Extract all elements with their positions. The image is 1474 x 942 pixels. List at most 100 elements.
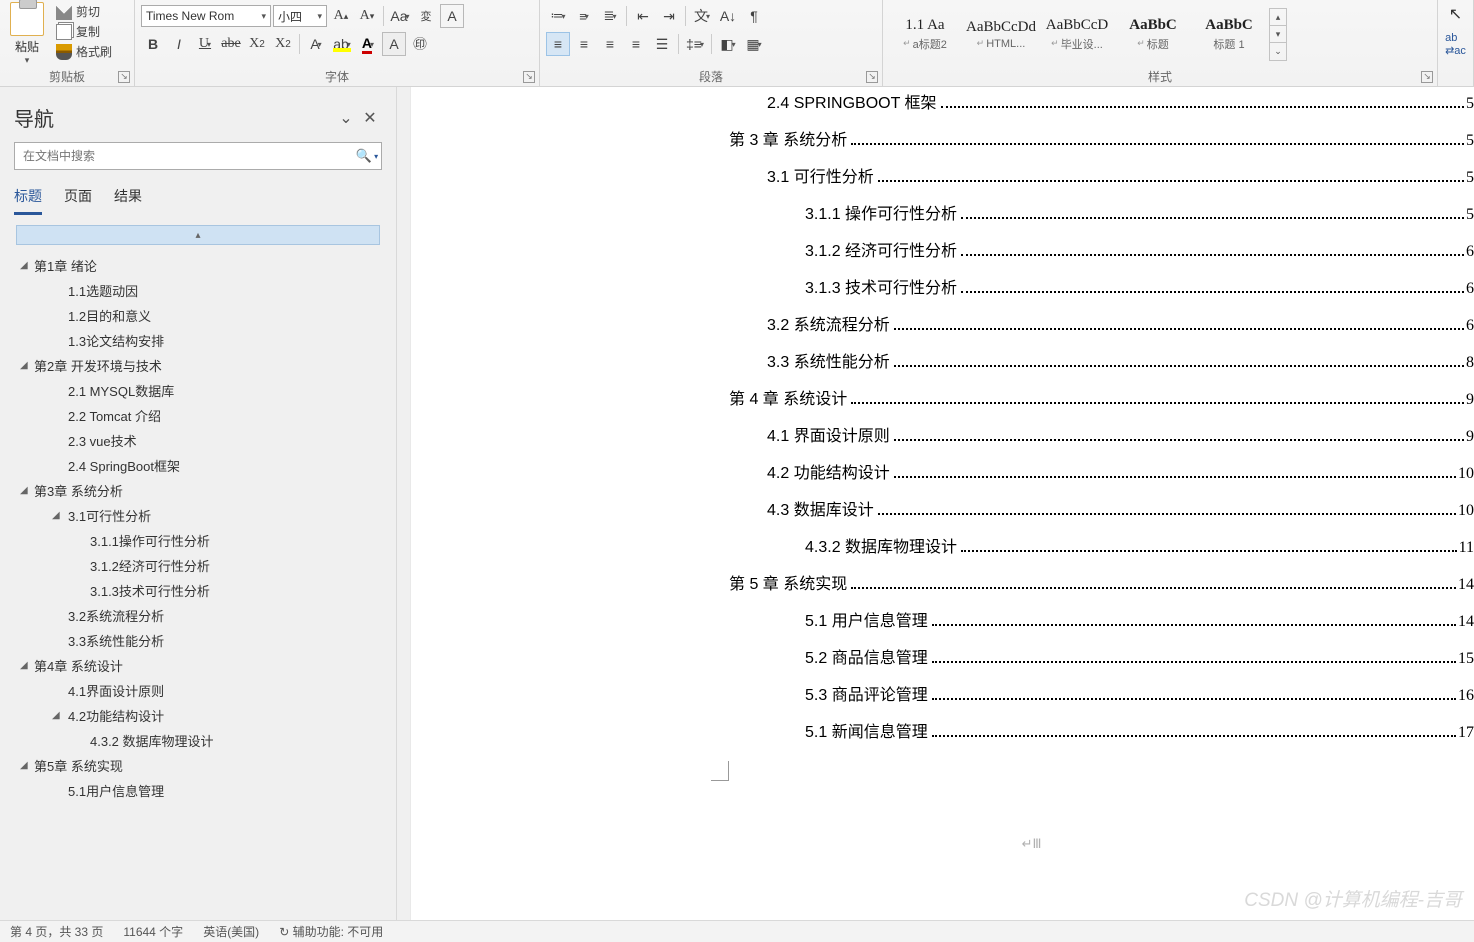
underline-button[interactable]: U▾ [193,32,217,56]
shading-button[interactable]: ◧▾ [716,32,740,56]
align-right-button[interactable]: ≡ [598,32,622,56]
tab-headings[interactable]: 标题 [14,186,42,215]
outline-item[interactable]: 4.1界面设计原则 [4,678,392,703]
toc-line[interactable]: 3.1.2 经济可行性分析6 [805,237,1474,274]
italic-button[interactable]: I [167,32,191,56]
toc-line[interactable]: 2.4 SPRINGBOOT 框架5 [767,89,1474,126]
outline-item[interactable]: 2.1 MYSQL数据库 [4,378,392,403]
enclose-char-button[interactable]: ㊞ [408,32,432,56]
bullets-button[interactable]: ≔▾ [546,4,570,28]
status-language[interactable]: 英语(美国) [203,923,259,940]
toc-line[interactable]: 第 5 章 系统实现14 [729,570,1474,607]
toc-line[interactable]: 5.2 商品信息管理15 [805,644,1474,681]
paste-button[interactable]: 粘贴 ▾ [4,0,50,66]
sort-button[interactable]: A↓ [716,4,740,28]
text-effects-button[interactable]: A▾ [304,32,328,56]
outline-item[interactable]: 2.3 vue技术 [4,428,392,453]
outline-item[interactable]: 1.1选题动因 [4,278,392,303]
outline-item[interactable]: 3.1.3技术可行性分析 [4,578,392,603]
scroll-button[interactable]: ▾ [1270,26,1286,43]
dialog-launcher-icon[interactable]: ↘ [118,71,130,83]
style-card[interactable]: 1.1 Aa↵a标题2 [887,6,963,62]
select-icon[interactable]: ↖ [1449,4,1462,24]
cut-button[interactable]: 剪切 [54,2,114,21]
line-spacing-button[interactable]: ‡≡▾ [683,32,707,56]
outline-item[interactable]: 2.2 Tomcat 介绍 [4,403,392,428]
scroll-button[interactable]: ⌄ [1270,43,1286,60]
search-icon[interactable]: 🔍▾ [353,148,381,164]
dialog-launcher-icon[interactable]: ↘ [866,71,878,83]
clear-formatting-button[interactable]: A [440,4,464,28]
numbering-button[interactable]: ≡▾ [572,4,596,28]
toc-line[interactable]: 5.1 用户信息管理14 [805,607,1474,644]
toc-line[interactable]: 第 3 章 系统分析5 [729,126,1474,163]
toc-line[interactable]: 3.3 系统性能分析8 [767,348,1474,385]
toc-line[interactable]: 3.2 系统流程分析6 [767,311,1474,348]
font-name-combo[interactable]: Times New Rom▾ [141,5,271,27]
superscript-button[interactable]: X2 [271,32,295,56]
replace-icon[interactable]: ab⇄ac [1445,32,1466,57]
align-center-button[interactable]: ≡ [572,32,596,56]
outline-item[interactable]: ◢第4章 系统设计 [4,653,392,678]
close-icon[interactable]: ✕ [358,108,382,128]
status-accessibility[interactable]: ↻ 辅助功能: 不可用 [279,923,383,940]
toc-line[interactable]: 3.1.1 操作可行性分析5 [805,200,1474,237]
outline-item[interactable]: 5.1用户信息管理 [4,778,392,803]
toc-line[interactable]: 3.1 可行性分析5 [767,163,1474,200]
show-marks-button[interactable]: ¶ [742,4,766,28]
borders-button[interactable]: ▦▾ [742,32,766,56]
style-card[interactable]: AaBbC↵标题 [1115,6,1191,62]
toc-line[interactable]: 4.3.2 数据库物理设计11 [805,533,1474,570]
outline-item[interactable]: 1.3论文结构安排 [4,328,392,353]
shrink-font-button[interactable]: A▾ [355,4,379,28]
chevron-down-icon[interactable]: ⌄ [334,108,358,128]
toc-line[interactable]: 3.1.3 技术可行性分析6 [805,274,1474,311]
tab-results[interactable]: 结果 [114,186,142,215]
status-page[interactable]: 第 4 页，共 33 页 [10,923,103,940]
style-card[interactable]: AaBbC标题 1 [1191,6,1267,62]
subscript-button[interactable]: X2 [245,32,269,56]
tab-pages[interactable]: 页面 [64,186,92,215]
dialog-launcher-icon[interactable]: ↘ [523,71,535,83]
collapse-bar[interactable]: ▴ [16,225,380,245]
outline-item[interactable]: 3.2系统流程分析 [4,603,392,628]
toc-line[interactable]: 4.3 数据库设计10 [767,496,1474,533]
outline-item[interactable]: ◢4.2功能结构设计 [4,703,392,728]
outline-item[interactable]: ◢第5章 系统实现 [4,753,392,778]
outline-item[interactable]: ◢第2章 开发环境与技术 [4,353,392,378]
outline-item[interactable]: ◢第3章 系统分析 [4,478,392,503]
style-card[interactable]: AaBbCcD↵毕业设... [1039,6,1115,62]
decrease-indent-button[interactable]: ⇤ [631,4,655,28]
toc-line[interactable]: 5.1 新闻信息管理17 [805,718,1474,755]
font-size-combo[interactable]: 小四▾ [273,5,327,27]
copy-button[interactable]: 复制 [54,22,114,41]
align-left-button[interactable]: ≡ [546,32,570,56]
multilevel-list-button[interactable]: ≣▾ [598,4,622,28]
outline-item[interactable]: 1.2目的和意义 [4,303,392,328]
outline-item[interactable]: 2.4 SpringBoot框架 [4,453,392,478]
style-card[interactable]: AaBbCcDd↵HTML... [963,6,1039,62]
search-input[interactable] [15,149,353,163]
strikethrough-button[interactable]: abe [219,32,243,56]
styles-scroll[interactable]: ▴▾⌄ [1269,8,1287,61]
phonetic-guide-button[interactable]: 変 [414,4,438,28]
format-painter-button[interactable]: 格式刷 [54,42,114,61]
bold-button[interactable]: B [141,32,165,56]
toc-line[interactable]: 4.2 功能结构设计10 [767,459,1474,496]
text-direction-button[interactable]: 文▾ [690,4,714,28]
dialog-launcher-icon[interactable]: ↘ [1421,71,1433,83]
status-words[interactable]: 11644 个字 [123,923,183,940]
outline-item[interactable]: ◢3.1可行性分析 [4,503,392,528]
toc-line[interactable]: 4.1 界面设计原则9 [767,422,1474,459]
highlight-button[interactable]: ab▾ [330,32,354,56]
outline-item[interactable]: 3.1.2经济可行性分析 [4,553,392,578]
toc-line[interactable]: 5.3 商品评论管理16 [805,681,1474,718]
grow-font-button[interactable]: A▴ [329,4,353,28]
toc-line[interactable]: 第 4 章 系统设计9 [729,385,1474,422]
increase-indent-button[interactable]: ⇥ [657,4,681,28]
outline-item[interactable]: ◢第1章 绪论 [4,253,392,278]
font-color-button[interactable]: A▾ [356,32,380,56]
justify-button[interactable]: ≡ [624,32,648,56]
change-case-button[interactable]: Aa▾ [388,4,412,28]
document-area[interactable]: 2.4 SPRINGBOOT 框架5第 3 章 系统分析53.1 可行性分析53… [397,87,1474,920]
